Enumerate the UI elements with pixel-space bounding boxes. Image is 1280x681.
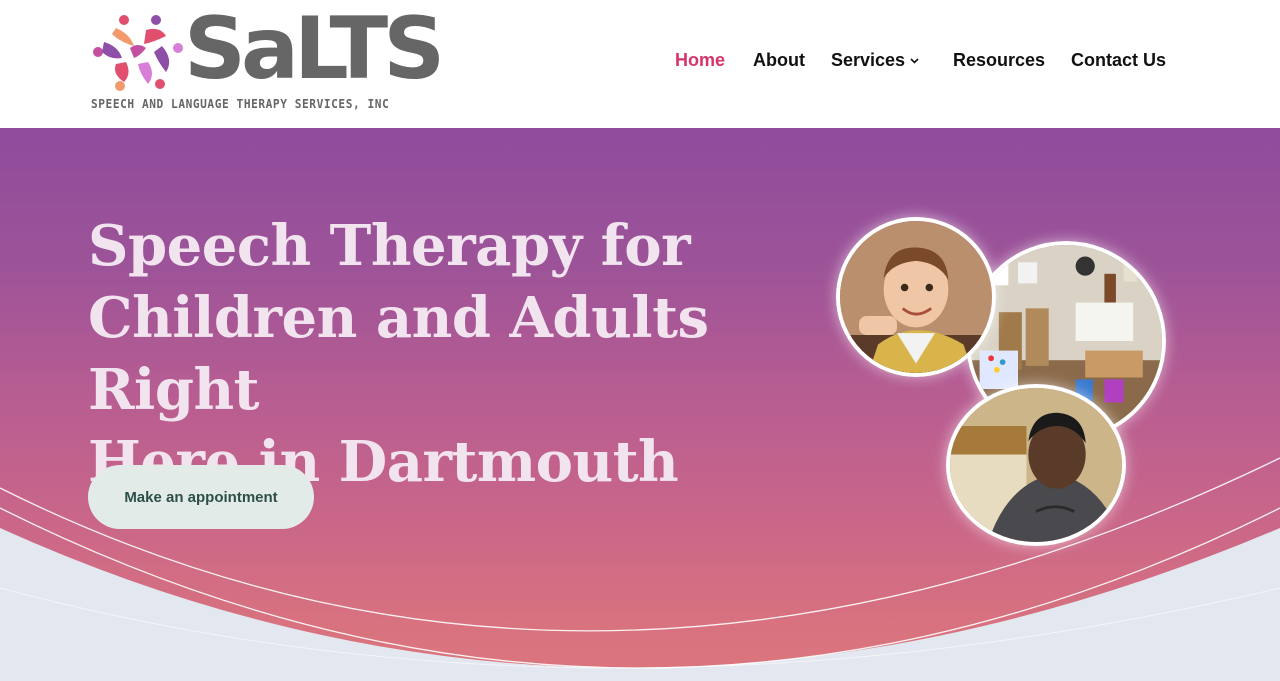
make-appointment-button[interactable]: Make an appointment xyxy=(88,465,314,529)
nav-item-home[interactable]: Home xyxy=(675,50,725,71)
hero-section: Speech Therapy for Children and Adults R… xyxy=(0,128,1280,681)
site-header: SaLTS SPEECH AND LANGUAGE THERAPY SERVIC… xyxy=(0,0,1280,128)
nav-item-services[interactable]: Services xyxy=(831,50,919,71)
nav-item-about[interactable]: About xyxy=(753,50,805,71)
hero-title-line: Children and Adults Right xyxy=(88,285,709,423)
logo-wordmark: SaLTS xyxy=(184,0,445,99)
nav-item-services-label: Services xyxy=(831,50,906,70)
logo-tagline: SPEECH AND LANGUAGE THERAPY SERVICES, IN… xyxy=(91,97,390,111)
hero-title: Speech Therapy for Children and Adults R… xyxy=(88,210,788,498)
nav-item-resources[interactable]: Resources xyxy=(953,50,1045,71)
smiling-boy-photo xyxy=(836,217,996,377)
main-nav: Home About Services Resources Contact Us xyxy=(0,50,1280,76)
chevron-down-icon xyxy=(910,58,919,64)
hero-title-line: Speech Therapy for xyxy=(88,213,691,279)
nav-item-contact-us[interactable]: Contact Us xyxy=(1071,50,1166,71)
adult-client-photo xyxy=(946,384,1126,546)
